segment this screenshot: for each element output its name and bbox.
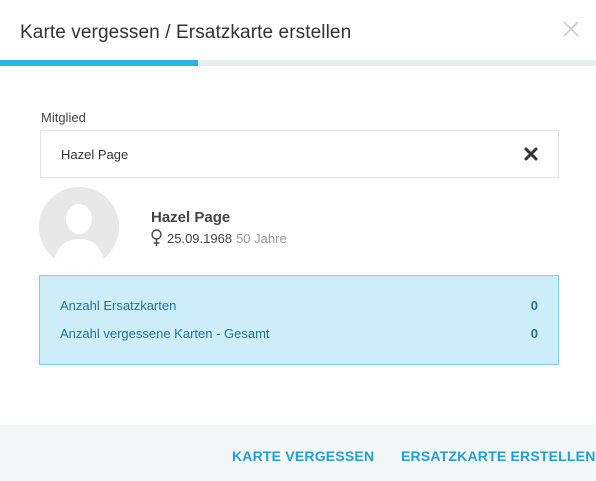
stat-row-forgotten-cards: Anzahl vergessene Karten - Gesamt 0 — [60, 326, 538, 344]
stat-value: 0 — [530, 298, 538, 313]
close-icon[interactable] — [562, 20, 580, 38]
member-field-value: Hazel Page — [61, 147, 129, 162]
dialog-header: Karte vergessen / Ersatzkarte erstellen — [0, 0, 596, 60]
avatar-placeholder-icon — [39, 187, 119, 267]
female-symbol-icon — [150, 229, 163, 247]
dialog-title: Karte vergessen / Ersatzkarte erstellen — [20, 22, 352, 43]
profile-name: Hazel Page — [151, 209, 231, 226]
profile-meta: 25.09.1968 50 Jahre — [150, 228, 287, 248]
profile-age: 50 Jahre — [236, 230, 287, 246]
stat-row-replacement-cards: Anzahl Ersatzkarten 0 — [60, 298, 538, 316]
create-replacement-card-button[interactable]: ERSATZKARTE ERSTELLEN — [401, 448, 596, 464]
card-stats-box: Anzahl Ersatzkarten 0 Anzahl vergessene … — [39, 275, 559, 365]
stat-label: Anzahl vergessene Karten - Gesamt — [60, 326, 270, 341]
stat-value: 0 — [530, 326, 538, 341]
profile-birthdate: 25.09.1968 — [167, 230, 233, 246]
forget-card-button[interactable]: KARTE VERGESSEN — [232, 448, 374, 464]
member-select-field[interactable]: Hazel Page — [40, 130, 559, 178]
step-progress-bar — [0, 60, 596, 66]
dialog-footer: KARTE VERGESSEN ERSATZKARTE ERSTELLEN — [0, 425, 596, 481]
clear-x-icon[interactable] — [524, 147, 538, 161]
stat-label: Anzahl Ersatzkarten — [60, 298, 177, 313]
step-progress-fill — [0, 60, 199, 66]
member-field-label: Mitglied — [41, 110, 86, 125]
